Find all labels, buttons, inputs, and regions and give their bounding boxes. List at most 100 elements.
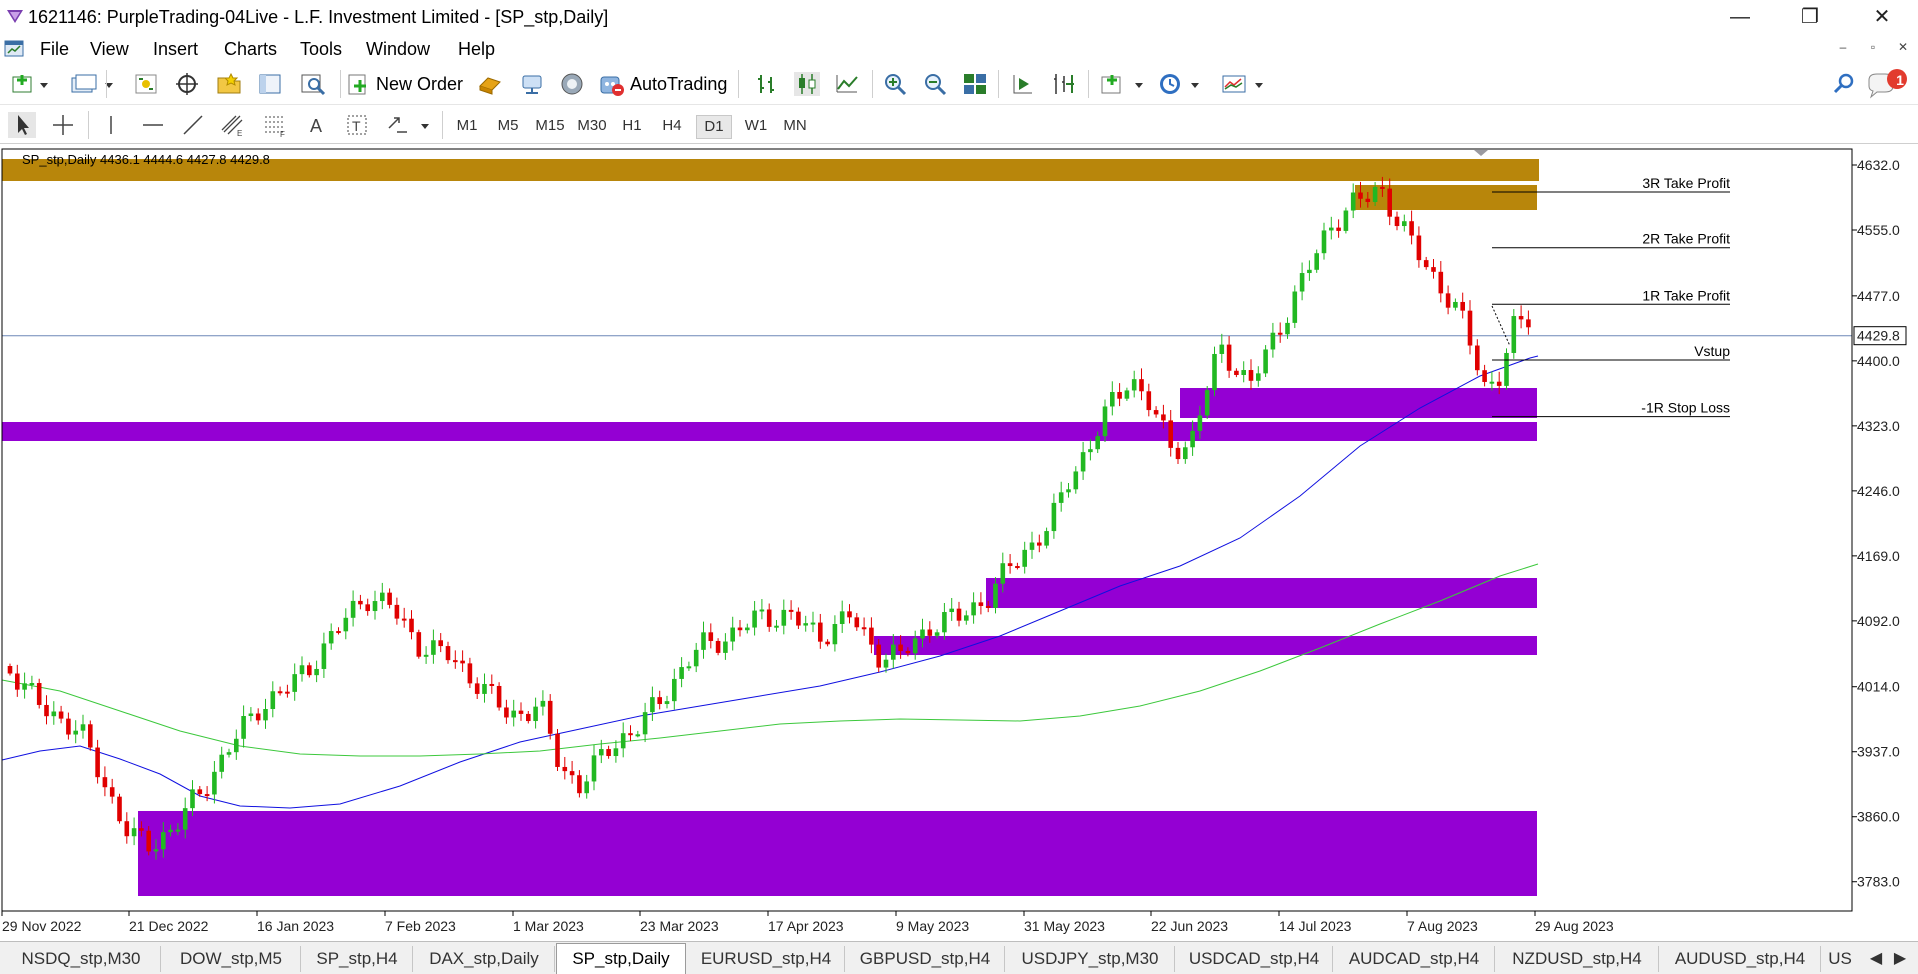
profiles-button[interactable] (68, 71, 116, 97)
indicators-button[interactable] (1098, 71, 1146, 97)
bearish-candle (1037, 542, 1042, 546)
mdi-close-button[interactable]: ✕ (1892, 40, 1914, 58)
bullish-candle (1051, 502, 1057, 532)
bearish-candle (88, 724, 93, 748)
tab-sp-h4[interactable]: SP_stp,H4 (302, 946, 413, 972)
bar-chart-icon[interactable] (754, 72, 780, 96)
vertical-line-icon[interactable] (98, 112, 124, 138)
chart-header: SP_stp,Daily 4436.1 4444.6 4427.8 4429.8 (22, 152, 270, 167)
arrows-button[interactable] (384, 112, 432, 138)
tab-sp-daily[interactable]: SP_stp,Daily (556, 943, 686, 974)
tab-usdcad-h4[interactable]: USDCAD_stp,H4 (1176, 946, 1333, 972)
text-icon[interactable]: A (304, 112, 330, 138)
fibonacci-icon[interactable]: F (262, 112, 288, 138)
market-watch-icon[interactable] (134, 73, 158, 95)
candlestick-chart-icon[interactable] (794, 72, 820, 96)
data-window-icon[interactable] (175, 72, 199, 96)
zoom-in-icon[interactable] (882, 72, 908, 96)
mdi-minimize-button[interactable]: – (1832, 40, 1854, 58)
autotrading-button[interactable]: AutoTrading (598, 70, 727, 98)
tab-dax-daily[interactable]: DAX_stp,Daily (414, 946, 555, 972)
trade-level-label: 3R Take Profit (1642, 175, 1730, 191)
bullish-candle (1292, 291, 1298, 323)
price-chart[interactable]: 3R Take Profit 2R Take Profit 1R Take Prof… (0, 146, 1918, 941)
new-order-button[interactable]: New Order (346, 70, 463, 98)
bearish-candle (36, 683, 42, 705)
notifications-button[interactable]: 1 (1864, 68, 1912, 100)
close-button[interactable]: ✕ (1862, 4, 1902, 30)
bearish-candle (1496, 381, 1502, 386)
gold-bars-icon[interactable] (476, 72, 504, 96)
horizontal-line-icon[interactable] (140, 112, 166, 138)
menu-tools[interactable]: Tools (300, 39, 342, 60)
signals-icon[interactable] (518, 72, 546, 96)
auto-scroll-icon[interactable] (1050, 72, 1076, 96)
menu-help[interactable]: Help (458, 39, 495, 60)
tab-gbpusd-h4[interactable]: GBPUSD_stp,H4 (846, 946, 1005, 972)
timeframe-h1[interactable]: H1 (618, 115, 646, 137)
timeframe-m30[interactable]: M30 (574, 115, 610, 137)
menu-charts[interactable]: Charts (224, 39, 277, 60)
restore-button[interactable]: ❐ (1790, 4, 1830, 30)
crosshair-icon[interactable] (50, 112, 76, 138)
menu-file[interactable]: File (40, 39, 69, 60)
timeframe-w1[interactable]: W1 (740, 115, 772, 137)
chart-window-icon[interactable] (4, 38, 26, 60)
terminal-icon[interactable] (258, 72, 282, 96)
tab-audusd-h4[interactable]: AUDUSD_stp,H4 (1660, 946, 1821, 972)
demand-zone-december (138, 811, 1537, 896)
tabs-scroll-left-icon[interactable]: ◀ (1866, 948, 1886, 968)
menu-window[interactable]: Window (366, 39, 430, 60)
timeframe-m1[interactable]: M1 (452, 115, 482, 137)
bullish-candle (219, 754, 224, 772)
chart-shift-icon[interactable] (1010, 72, 1036, 96)
chart-window[interactable]: 3R Take Profit 2R Take Profit 1R Take Prof… (0, 146, 1918, 941)
channel-icon[interactable]: E (220, 112, 246, 138)
menu-view[interactable]: View (90, 39, 129, 60)
timeframe-d1[interactable]: D1 (696, 115, 732, 139)
tab-usdjpy-m30[interactable]: USDJPY_stp,M30 (1006, 946, 1175, 972)
tabs-scroll-right-icon[interactable]: ▶ (1890, 948, 1910, 968)
line-chart-icon[interactable] (834, 72, 860, 96)
bearish-candle (1117, 391, 1122, 399)
search-icon[interactable] (1832, 72, 1856, 96)
bullish-candle (759, 609, 765, 612)
timeframe-mn[interactable]: MN (778, 115, 812, 137)
title-bar: 1621146: PurpleTrading-04Live - L.F. Inv… (0, 0, 1918, 34)
tab-us-truncated[interactable]: US (1822, 946, 1858, 972)
bullish-candle (1131, 379, 1137, 391)
templates-button[interactable] (1220, 71, 1268, 97)
new-chart-button[interactable] (8, 71, 52, 97)
strategy-tester-icon[interactable] (300, 72, 326, 96)
bearish-candle (7, 666, 13, 674)
timeframe-m5[interactable]: M5 (492, 115, 524, 137)
trendline-icon[interactable] (180, 112, 206, 138)
menu-insert[interactable]: Insert (153, 39, 198, 60)
tab-eurusd-h4[interactable]: EURUSD_stp,H4 (688, 946, 845, 972)
timeframe-m15[interactable]: M15 (532, 115, 568, 137)
price-tick-label: 4246.0 (1857, 483, 1900, 499)
tab-audcad-h4[interactable]: AUDCAD_stp,H4 (1334, 946, 1495, 972)
bullish-candle (920, 629, 925, 639)
bullish-candle (511, 710, 516, 718)
tab-dow-m5[interactable]: DOW_stp,M5 (162, 946, 301, 972)
chart-shift-marker[interactable] (1474, 150, 1488, 156)
tab-nsdq-m30[interactable]: NSDQ_stp,M30 (2, 946, 161, 972)
navigator-icon[interactable] (216, 72, 242, 96)
zoom-out-icon[interactable] (922, 72, 948, 96)
timeframe-h4[interactable]: H4 (658, 115, 686, 137)
text-label-icon[interactable]: T (344, 112, 370, 138)
tile-windows-icon[interactable] (962, 72, 988, 96)
tab-nzdusd-h4[interactable]: NZDUSD_stp,H4 (1496, 946, 1659, 972)
bearish-candle (146, 830, 151, 852)
mdi-restore-button[interactable]: ▫ (1862, 40, 1884, 58)
periods-button[interactable] (1156, 71, 1204, 97)
bullish-candle (431, 640, 436, 655)
bullish-candle (1321, 230, 1327, 254)
bearish-candle (307, 665, 312, 676)
minimize-button[interactable]: — (1720, 4, 1760, 30)
price-tick-label: 3783.0 (1857, 874, 1900, 890)
market-icon[interactable] (558, 72, 586, 96)
bullish-candle (540, 700, 546, 707)
cursor-icon[interactable] (8, 112, 36, 138)
